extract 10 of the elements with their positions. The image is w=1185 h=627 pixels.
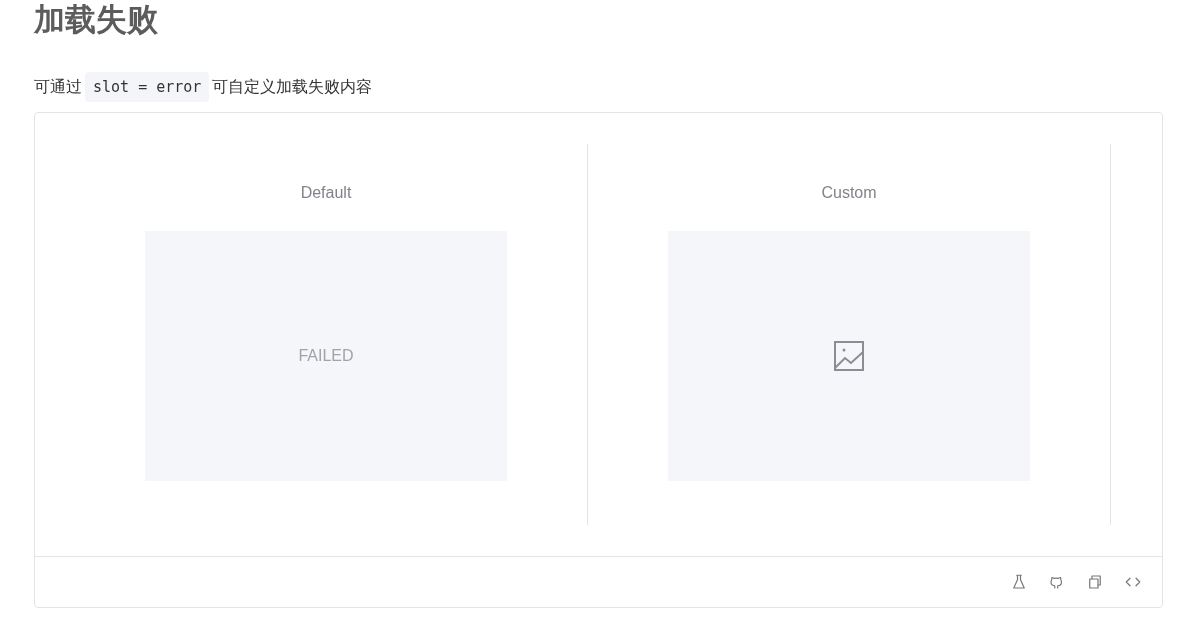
failed-text: FAILED	[298, 347, 354, 365]
intro-text: 可通过	[34, 77, 82, 97]
image-icon	[833, 340, 865, 372]
copy-icon	[1086, 573, 1104, 591]
intro-text: 可自定义加载失败内容	[212, 77, 373, 97]
section-heading: 加载失败	[34, 1, 159, 38]
flask-icon	[1010, 573, 1028, 591]
inline-code: slot = error	[85, 72, 210, 102]
demo-label: Custom	[821, 183, 877, 203]
demo-label: Default	[300, 183, 352, 203]
